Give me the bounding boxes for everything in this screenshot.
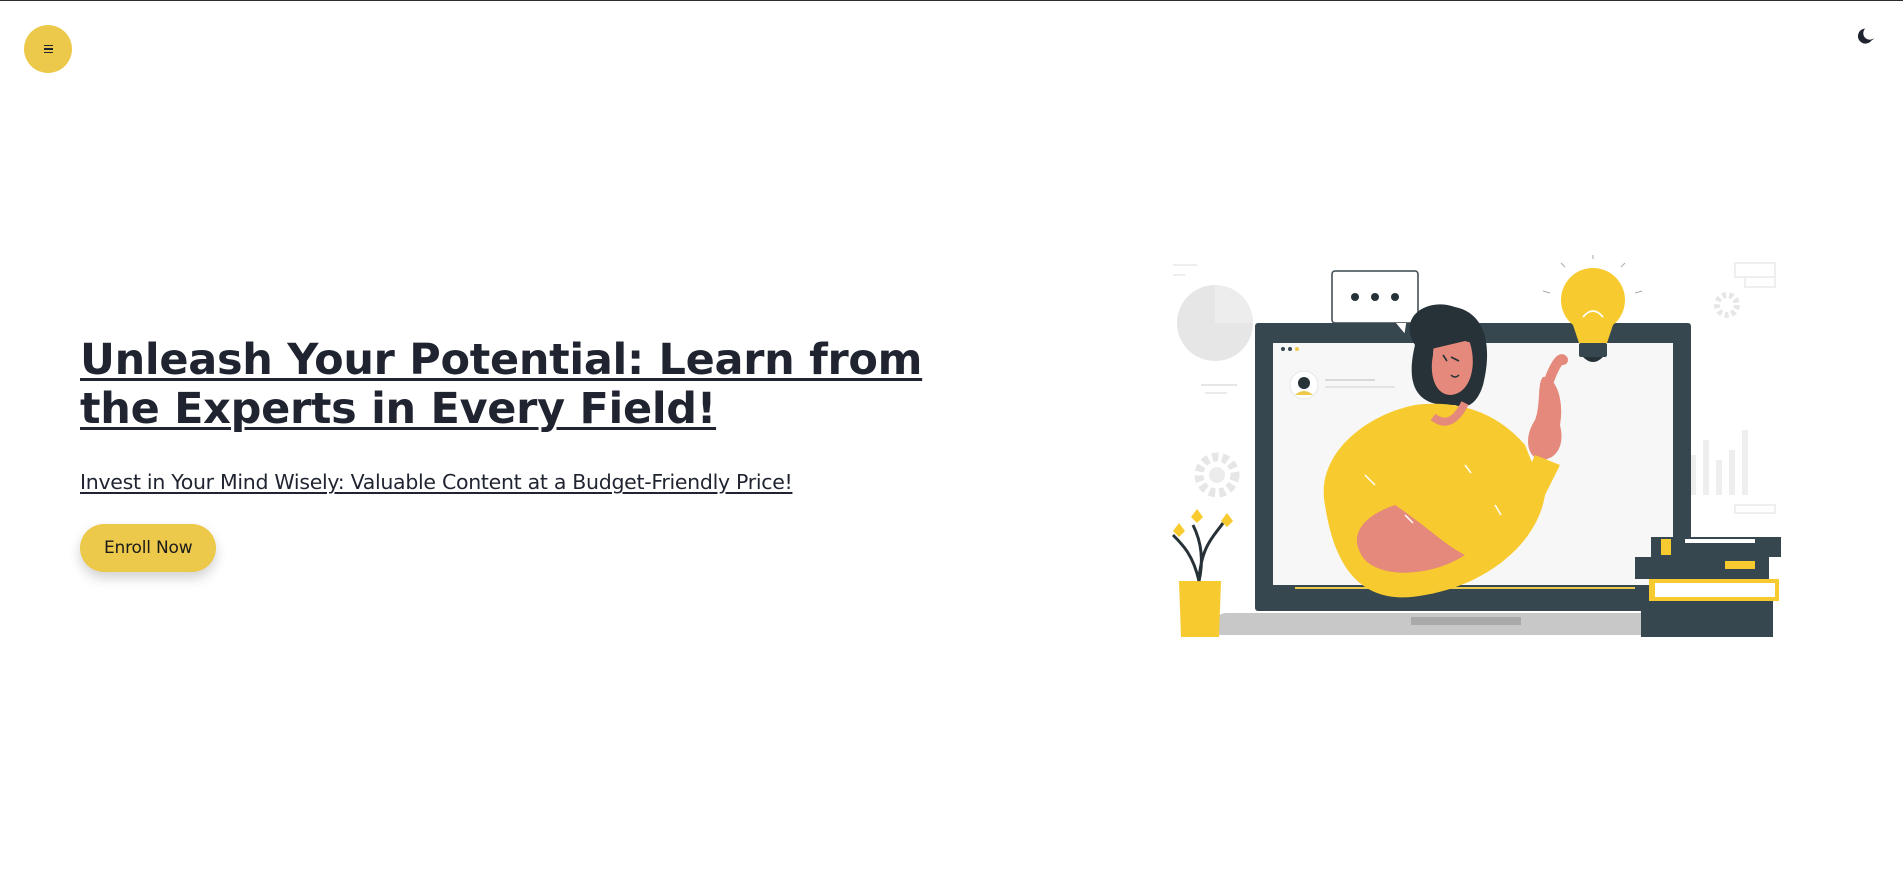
enroll-now-button[interactable]: Enroll Now — [80, 524, 217, 572]
hero-illustration — [1171, 255, 1781, 637]
books-icon — [1635, 537, 1781, 637]
hero-title: Unleash Your Potential: Learn from the E… — [80, 335, 923, 434]
moon-icon[interactable] — [1857, 26, 1877, 46]
hero-section: Unleash Your Potential: Learn from the E… — [80, 336, 940, 572]
top-border — [0, 0, 1903, 1]
hamburger-menu-icon — [43, 44, 53, 54]
hero-subtitle: Invest in Your Mind Wisely: Valuable Con… — [80, 470, 793, 494]
menu-button[interactable] — [24, 25, 72, 73]
